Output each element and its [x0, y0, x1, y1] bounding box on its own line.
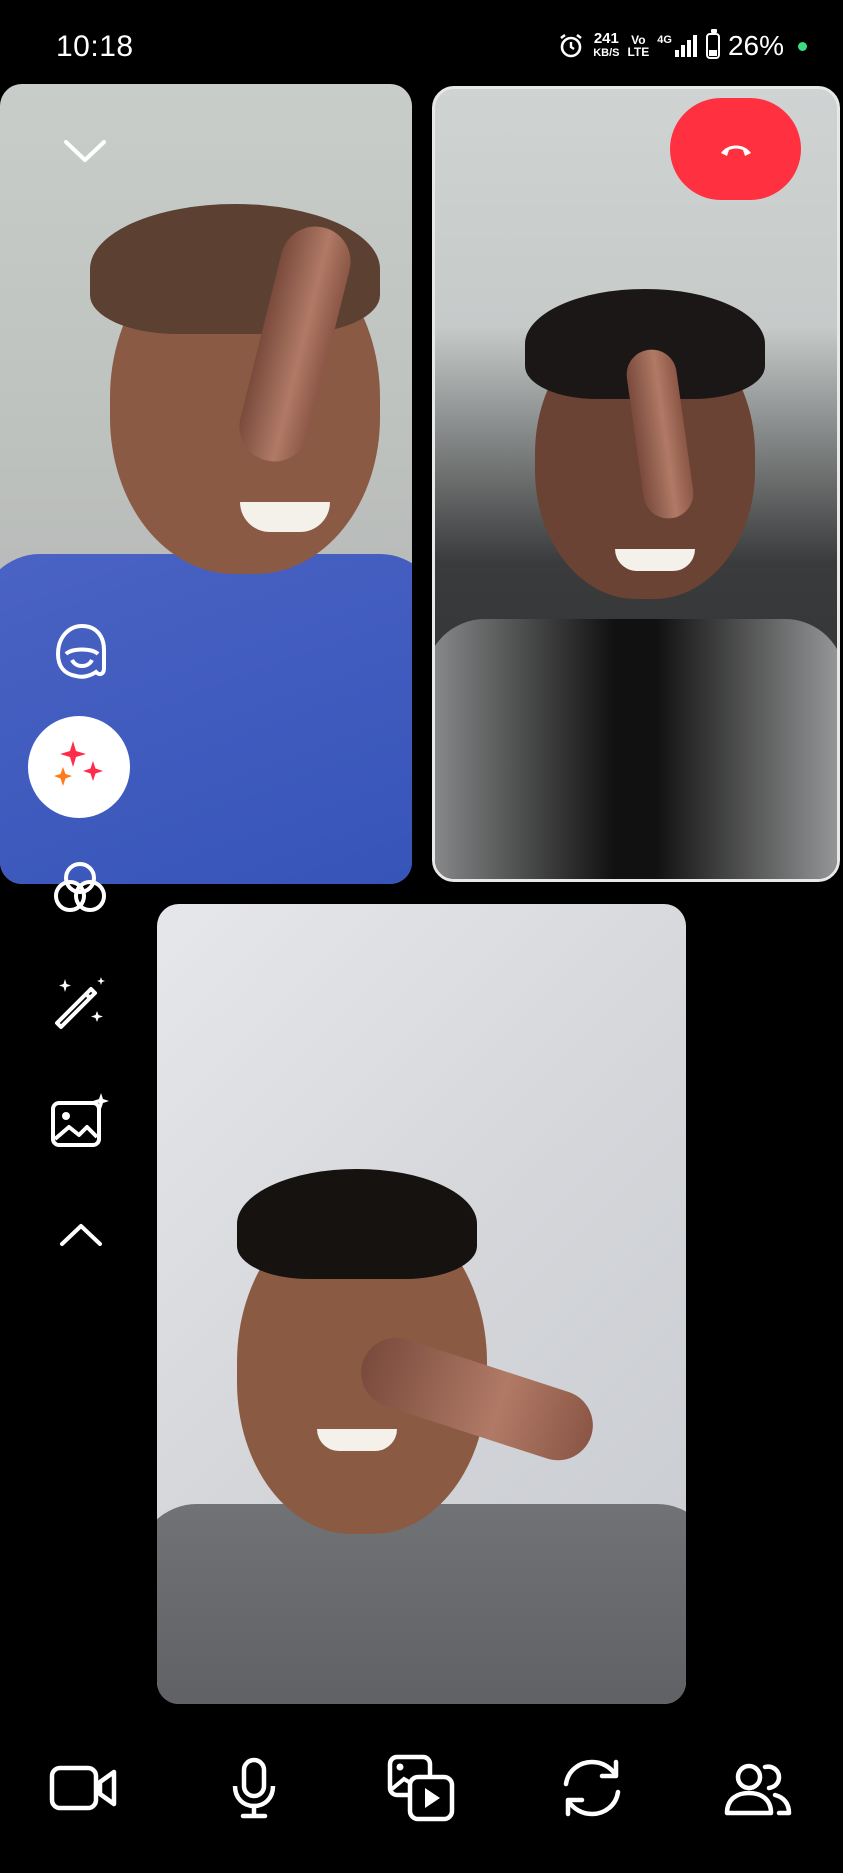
camera-toggle-button[interactable] — [44, 1748, 124, 1828]
mic-toggle-button[interactable] — [214, 1748, 294, 1828]
volte-bottom: LTE — [627, 45, 650, 59]
chevron-down-icon — [64, 140, 106, 162]
net-speed: 241 KB/S — [593, 30, 620, 60]
filters-button[interactable] — [48, 858, 112, 918]
hang-up-icon — [720, 145, 751, 156]
net-speed-value: 241 — [593, 30, 619, 47]
expand-tools-button[interactable] — [54, 1214, 108, 1258]
status-time: 10:18 — [56, 30, 134, 63]
microphone-icon — [232, 1757, 276, 1819]
self-video[interactable] — [157, 904, 686, 1704]
effects-button[interactable] — [28, 716, 130, 818]
overlapping-circles-icon — [54, 862, 106, 912]
avatar-sticker-icon — [55, 623, 106, 679]
network-type: 4G — [657, 34, 672, 46]
status-bar: 10:18 241 KB/S Vo LTE 4G 26% — [0, 0, 843, 84]
participant-video-2[interactable] — [432, 86, 840, 882]
video-camera-icon — [49, 1765, 117, 1811]
privacy-dot — [798, 41, 807, 51]
self-shirt — [157, 1504, 686, 1704]
magic-wand-button[interactable] — [50, 972, 110, 1032]
video-call-screen: 10:18 241 KB/S Vo LTE 4G 26% — [0, 0, 843, 1873]
battery-icon — [705, 29, 720, 59]
participant-2-jacket — [435, 619, 837, 879]
avatar-sticker-button[interactable] — [46, 618, 112, 684]
people-icon — [724, 1763, 792, 1816]
battery-percent: 26% — [727, 30, 784, 61]
self-hair — [237, 1169, 477, 1279]
share-media-button[interactable] — [382, 1748, 462, 1828]
background-button[interactable] — [48, 1090, 112, 1150]
self-smile — [317, 1429, 397, 1451]
media-share-icon — [387, 1754, 455, 1822]
signal-icon: 4G — [657, 34, 698, 58]
sparkles-icon — [54, 741, 103, 786]
participants-button[interactable] — [718, 1748, 798, 1828]
volte-indicator: Vo LTE — [627, 34, 649, 58]
end-call-button[interactable] — [670, 98, 801, 200]
flip-camera-button[interactable] — [552, 1748, 632, 1828]
participant-2-smile — [615, 549, 695, 571]
call-controls-bar — [0, 1730, 843, 1840]
net-speed-unit: KB/S — [593, 47, 620, 59]
magic-wand-icon — [55, 977, 105, 1029]
chevron-up-icon — [60, 1224, 102, 1246]
alarm-icon — [557, 32, 585, 60]
status-indicators: 241 KB/S Vo LTE 4G 26% — [557, 29, 807, 62]
flip-camera-icon — [563, 1759, 621, 1817]
collapse-button[interactable] — [60, 130, 110, 170]
image-sparkle-icon — [51, 1093, 109, 1147]
